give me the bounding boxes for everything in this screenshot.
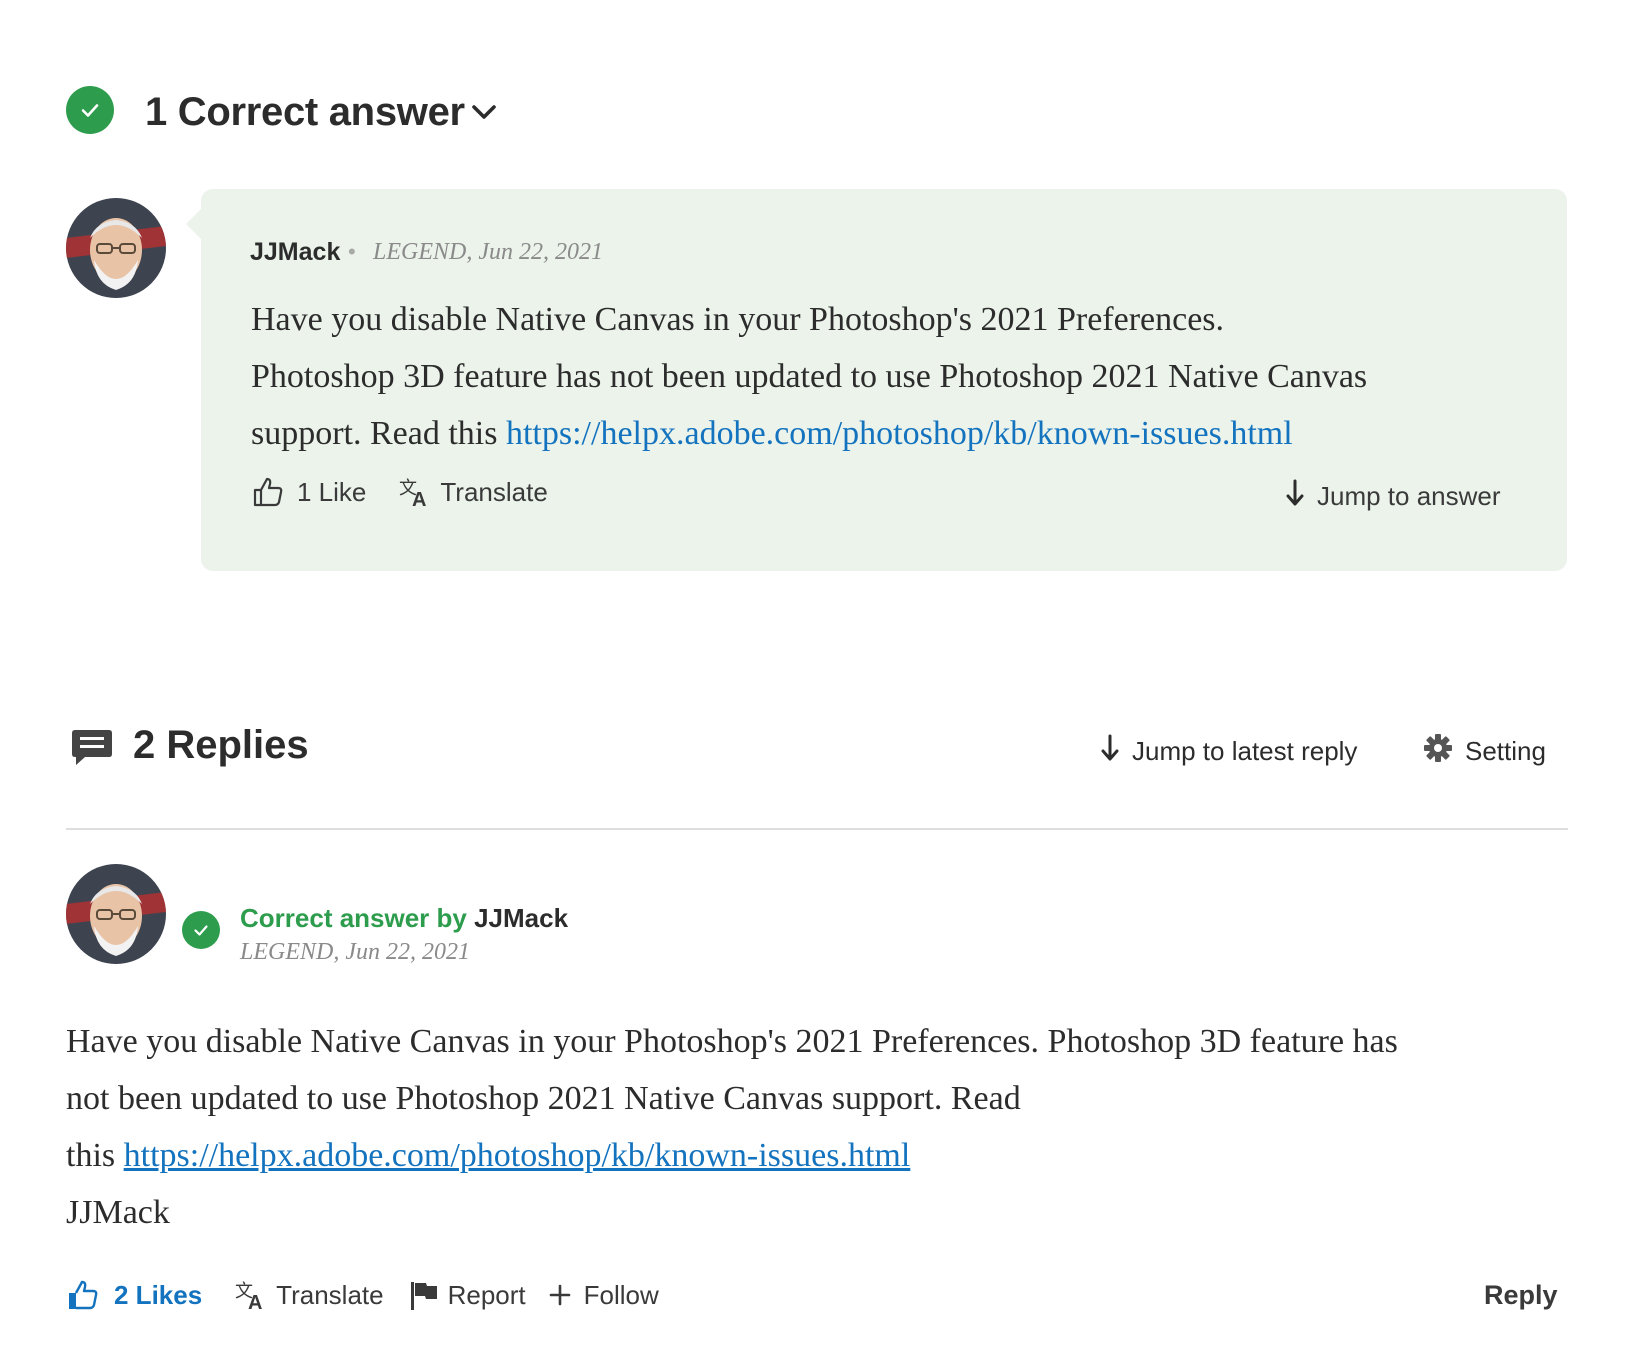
reply-body: Have you disable Native Canvas in your P… [66,1013,1566,1241]
follow-button[interactable]: Follow [548,1280,659,1311]
chevron-down-icon[interactable] [468,96,500,128]
answer-body: Have you disable Native Canvas in your P… [251,291,1521,462]
replies-title: 2 Replies [133,723,309,767]
report-button[interactable]: Report [408,1278,526,1312]
reply-line-2: not been updated to use Photoshop 2021 N… [66,1080,1021,1117]
like-button[interactable]: 2 Likes [66,1278,202,1312]
jump-to-latest-reply-button[interactable]: Jump to latest reply [1098,733,1357,770]
avatar[interactable] [66,198,166,298]
correct-answer-check-icon [182,911,220,949]
arrow-down-icon [1283,478,1307,515]
answer-line-3-text: support. Read this [251,415,506,452]
reply-line-3: this https://helpx.adobe.com/photoshop/k… [66,1127,1566,1184]
reply-signature: JJMack [66,1194,170,1231]
correct-answer-check-icon [66,86,114,134]
correct-answer-byline: Correct answer by JJMack [240,901,568,935]
translate-button[interactable]: 文A Translate [234,1278,384,1313]
meta-separator: • [348,239,356,264]
svg-text:A: A [248,1292,262,1312]
thumbs-up-icon [251,475,285,509]
arrow-down-icon [1098,733,1122,770]
answer-line-2: Photoshop 3D feature has not been update… [251,358,1368,395]
flag-icon [408,1278,440,1312]
translate-label: Translate [440,476,548,507]
setting-button[interactable]: Setting [1423,733,1546,770]
answer-box-pointer [186,208,202,240]
reply-button[interactable]: Reply [1484,1280,1558,1311]
like-button[interactable]: 1 Like [251,475,366,509]
known-issues-link[interactable]: https://helpx.adobe.com/photoshop/kb/kno… [506,415,1293,452]
like-count: 2 Likes [114,1279,203,1310]
reply-actions: 2 Likes 文A Translate Report Follow [66,1278,659,1312]
answer-line-3: support. Read this https://helpx.adobe.c… [251,405,1521,462]
answer-line-1: Have you disable Native Canvas in your P… [251,301,1225,338]
avatar[interactable] [66,864,166,964]
plus-icon [548,1283,572,1307]
translate-icon: 文A [234,1278,270,1312]
author-name[interactable]: JJMack [250,236,340,268]
author-meta: LEGEND, Jun 22, 2021 [373,239,603,265]
jump-to-latest-reply-label: Jump to latest reply [1132,736,1358,766]
follow-label: Follow [583,1279,659,1310]
report-label: Report [447,1279,526,1310]
like-count: 1 Like [297,476,367,507]
author-meta: LEGEND, Jun 22, 2021 [240,939,470,965]
known-issues-link[interactable]: https://helpx.adobe.com/photoshop/kb/kno… [124,1137,911,1174]
divider [66,828,1568,830]
jump-to-answer-label: Jump to answer [1317,481,1501,511]
jump-to-answer-button[interactable]: Jump to answer [1283,478,1501,515]
translate-button[interactable]: 文A Translate [398,475,548,510]
translate-icon: 文A [398,475,434,509]
reply-line-3-text: this [66,1137,124,1174]
answer-actions: 1 Like 文A Translate [251,475,548,509]
svg-text:A: A [412,489,426,509]
comment-icon [70,728,114,768]
gear-icon [1423,733,1453,770]
thumbs-up-icon [66,1278,100,1312]
translate-label: Translate [276,1279,384,1310]
reply-line-1: Have you disable Native Canvas in your P… [66,1023,1398,1060]
correct-answer-title: 1 Correct answer [145,90,465,134]
correct-answer-label: Correct answer by [240,903,475,933]
author-name[interactable]: JJMack [474,903,568,933]
setting-label: Setting [1465,736,1546,766]
